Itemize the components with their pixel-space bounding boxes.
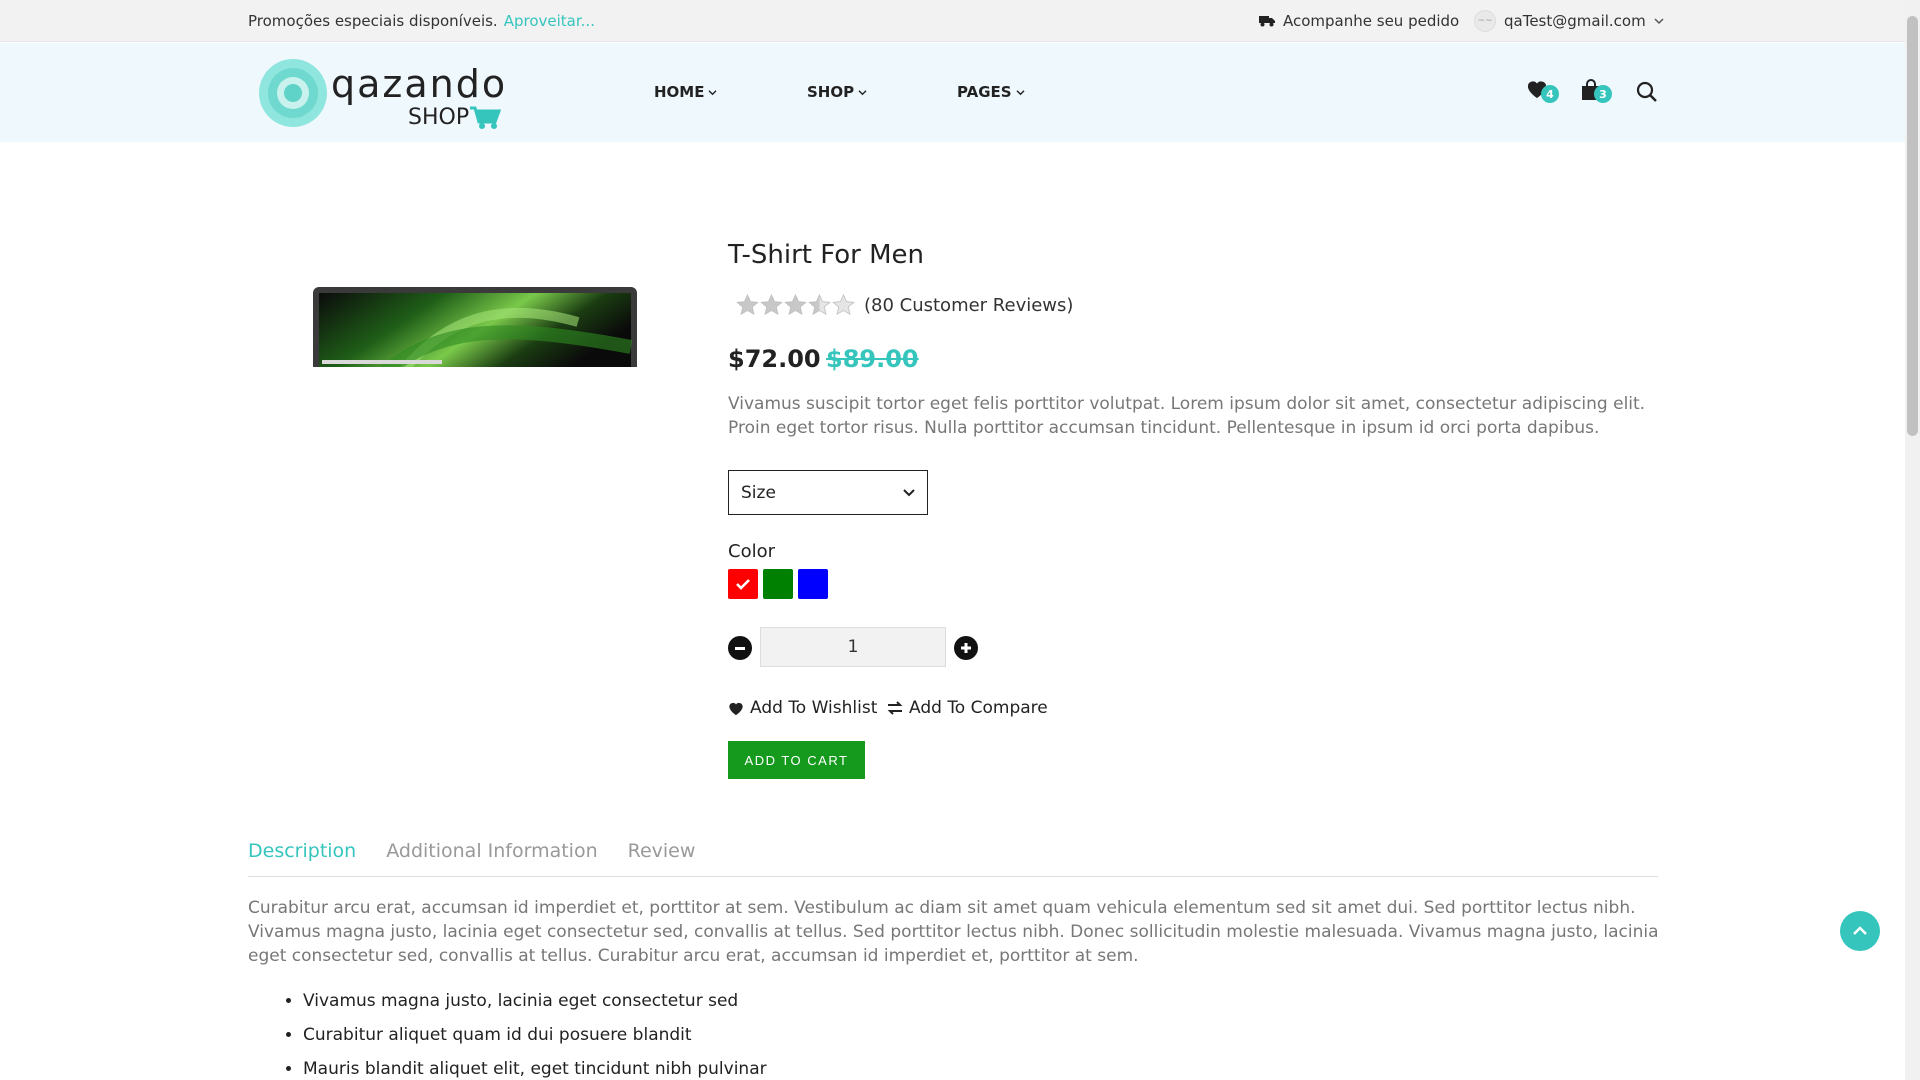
star-icon xyxy=(736,294,759,316)
color-swatch-blue[interactable] xyxy=(798,569,828,599)
chevron-down-icon xyxy=(858,89,867,95)
nav-pages-label: PAGES xyxy=(957,83,1012,101)
cart-button[interactable]: 3 xyxy=(1581,79,1612,105)
site-logo[interactable]: qazando SHOP xyxy=(258,56,503,131)
color-swatch-green[interactable] xyxy=(763,569,793,599)
star-icon xyxy=(784,294,807,316)
search-button[interactable] xyxy=(1636,81,1658,107)
list-item: Mauris blandit aliquet elit, eget tincid… xyxy=(303,1057,767,1080)
star-icon xyxy=(808,294,831,316)
track-order-link[interactable]: Acompanhe seu pedido xyxy=(1259,12,1459,30)
quantity-decrease-button[interactable] xyxy=(728,636,752,660)
wishlist-count-badge: 4 xyxy=(1541,85,1559,103)
wishlist-button[interactable]: 4 xyxy=(1526,79,1559,103)
plus-icon xyxy=(961,643,971,653)
reviews-count[interactable]: (80 Customer Reviews) xyxy=(864,295,1073,316)
site-header: qazando SHOP HOME SHOP PAGES 4 3 xyxy=(0,43,1905,142)
svg-text:SHOP: SHOP xyxy=(408,105,469,130)
description-text: Curabitur arcu erat, accumsan id imperdi… xyxy=(248,898,1659,966)
back-to-top-button[interactable] xyxy=(1840,911,1880,951)
add-to-wishlist-label: Add To Wishlist xyxy=(750,698,878,718)
tab-description[interactable]: Description xyxy=(248,840,356,876)
nav-home[interactable]: HOME xyxy=(654,83,717,101)
size-select-value: Size xyxy=(741,482,776,503)
product-image[interactable] xyxy=(248,232,698,367)
size-select[interactable]: Size xyxy=(728,470,928,515)
nav-shop-label: SHOP xyxy=(807,83,855,101)
add-to-compare-link[interactable]: Add To Compare xyxy=(887,698,1048,718)
description-bullets: Vivamus magna justo, lacinia eget consec… xyxy=(303,989,767,1080)
quantity-increase-button[interactable] xyxy=(954,636,978,660)
promo-text: Promoções especiais disponíveis. xyxy=(248,12,498,30)
chevron-down-icon xyxy=(1654,18,1664,25)
color-label: Color xyxy=(728,541,775,562)
old-price: $89.00 xyxy=(826,345,919,373)
exchange-icon xyxy=(887,701,903,715)
chevron-down-icon xyxy=(1016,89,1025,95)
list-item: Curabitur aliquet quam id dui posuere bl… xyxy=(303,1023,767,1057)
promo-link[interactable]: Aproveitar... xyxy=(504,12,595,30)
list-item: Vivamus magna justo, lacinia eget consec… xyxy=(303,989,767,1023)
page-scrollbar[interactable] xyxy=(1905,0,1920,1080)
product-image-art xyxy=(313,287,637,367)
track-order-label: Acompanhe seu pedido xyxy=(1283,12,1460,30)
current-price: $72.00 xyxy=(728,345,821,373)
svg-text:qazando: qazando xyxy=(331,62,503,106)
tab-review[interactable]: Review xyxy=(628,840,696,876)
product-tabs: Description Additional Information Revie… xyxy=(248,840,1658,877)
chevron-down-icon xyxy=(708,89,717,95)
check-icon xyxy=(736,578,750,590)
chevron-up-icon xyxy=(1853,926,1867,935)
truck-icon xyxy=(1259,16,1275,27)
star-icon xyxy=(760,294,783,316)
minus-icon xyxy=(735,646,745,650)
color-swatches xyxy=(728,569,828,599)
scrollbar-thumb[interactable] xyxy=(1907,16,1918,436)
nav-pages[interactable]: PAGES xyxy=(957,83,1025,101)
star-icon xyxy=(832,294,855,316)
cart-count-badge: 3 xyxy=(1594,85,1612,103)
nav-home-label: HOME xyxy=(654,83,705,101)
add-to-compare-label: Add To Compare xyxy=(909,698,1048,718)
search-icon xyxy=(1636,81,1657,102)
product-description: Vivamus suscipit tortor eget felis portt… xyxy=(728,394,1646,438)
user-email: qaTest@gmail.com xyxy=(1504,12,1646,30)
chevron-down-icon xyxy=(903,489,915,497)
user-menu[interactable]: ~~ qaTest@gmail.com xyxy=(1474,10,1664,32)
nav-shop[interactable]: SHOP xyxy=(807,83,867,101)
color-swatch-red[interactable] xyxy=(728,569,758,599)
quantity-input[interactable]: 1 xyxy=(760,627,946,667)
add-to-cart-button[interactable]: ADD TO CART xyxy=(728,741,865,779)
promo-banner: Promoções especiais disponíveis. Aproveit… xyxy=(248,12,595,30)
avatar: ~~ xyxy=(1474,10,1496,32)
add-to-wishlist-link[interactable]: Add To Wishlist xyxy=(728,698,877,718)
product-title: T-Shirt For Men xyxy=(728,240,925,270)
heart-icon xyxy=(729,702,743,715)
top-bar: Promoções especiais disponíveis. Aproveit… xyxy=(0,0,1905,42)
tab-additional-information[interactable]: Additional Information xyxy=(386,840,597,876)
rating-stars xyxy=(736,294,855,316)
